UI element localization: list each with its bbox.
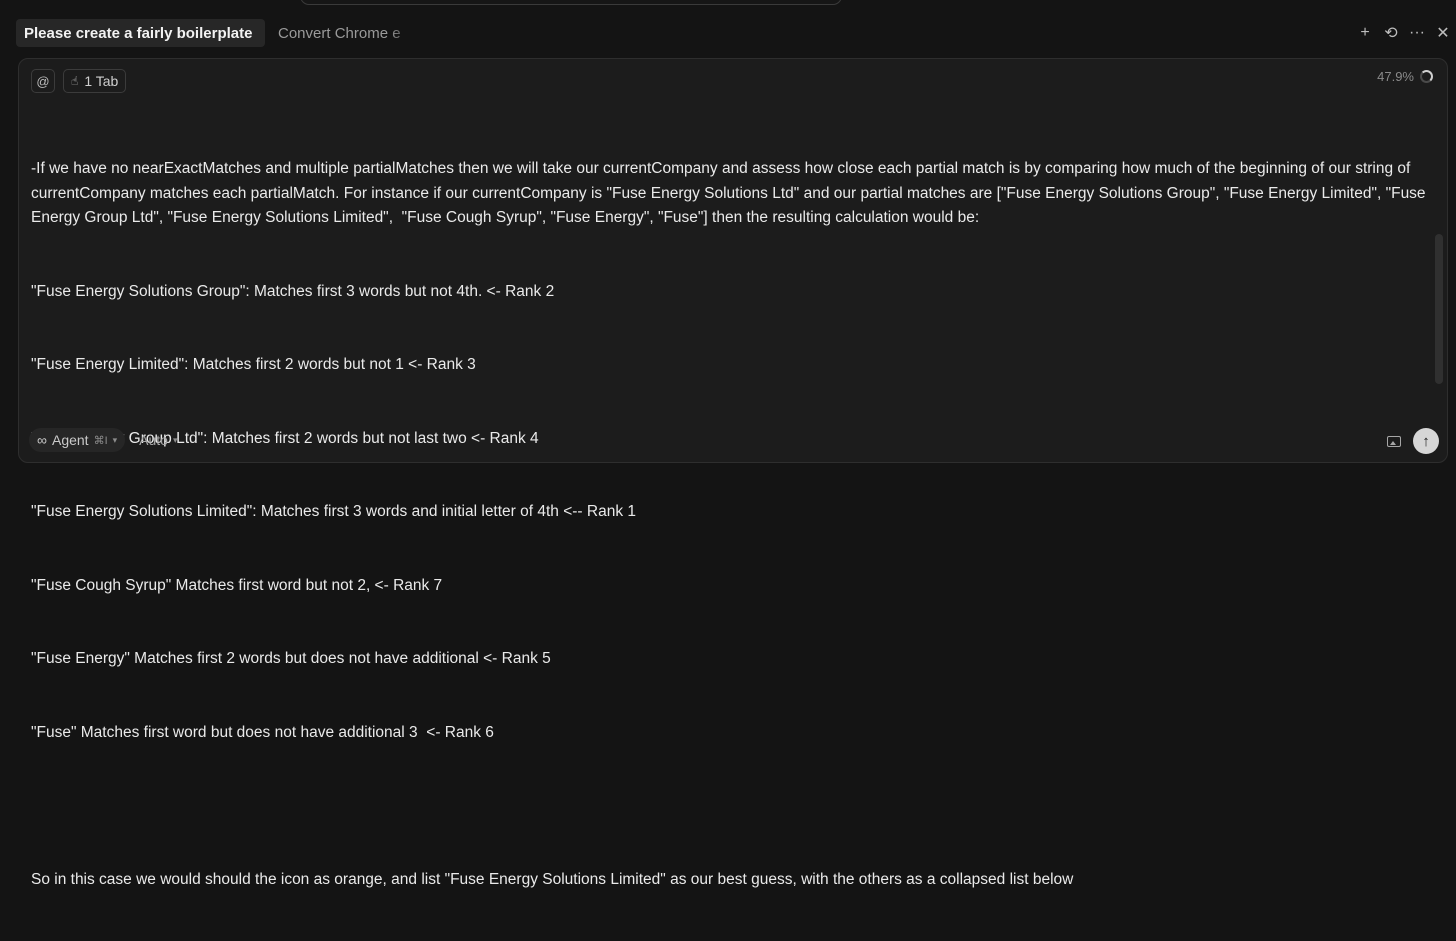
image-icon[interactable] [1387,435,1401,447]
prompt-blank-line: ​ [31,794,1431,819]
context-chip-label: 1 Tab [84,73,119,89]
prompt-line: "Fuse Energy" Matches first 2 words but … [31,650,551,667]
prompt-text[interactable]: -If we have no nearExactMatches and mult… [31,108,1431,941]
prompt-line: "Fuse Energy Limited": Matches first 2 w… [31,356,476,373]
composer-actions: ↑ [1387,428,1439,454]
agent-shortcut: ⌘I [93,434,108,447]
context-row: @ ☝ 1 Tab [31,69,127,93]
close-icon[interactable]: ✕ [1430,23,1456,43]
agent-mode-selector[interactable]: ∞ Agent ⌘I ▾ [29,428,126,452]
prompt-line: -If we have no nearExactMatches and mult… [31,160,1430,226]
agent-mode-label: Agent [51,432,89,448]
send-button[interactable]: ↑ [1413,428,1439,454]
context-tab-chip[interactable]: ☝ 1 Tab [63,69,127,93]
plus-icon[interactable]: + [1352,24,1378,42]
infinity-icon: ∞ [37,432,47,448]
tab-boilerplate[interactable]: Please create a fairly boilerplate [16,19,265,47]
prompt-line: "Fuse Energy Solutions Limited": Matches… [31,503,637,520]
prompt-line: "Fuse" Matches first word but does not h… [31,723,494,741]
chat-composer: @ ☝ 1 Tab 47.9% -If we have no nearExact… [18,58,1448,888]
model-label: Auto [139,432,168,448]
chevron-down-icon: ▾ [112,434,118,445]
context-usage: 47.9% [1377,69,1433,84]
command-search-bar[interactable] [300,0,842,5]
mention-button[interactable]: @ [31,69,55,93]
prompt-line: "Fuse Energy Solutions Group": Matches f… [31,282,555,300]
more-icon[interactable]: ··· [1404,24,1430,42]
scrollbar[interactable] [1435,234,1443,384]
chat-tab-bar: Please create a fairly boilerplate Conve… [0,12,1456,54]
progress-ring-icon [1420,70,1433,83]
tab-actions: + ⟲ ··· ✕ [1352,12,1456,54]
chevron-down-icon: ▾ [172,434,178,445]
history-icon[interactable]: ⟲ [1378,23,1404,43]
context-percent: 47.9% [1377,69,1414,84]
pointer-icon: ☝ [71,74,79,88]
composer-controls: ∞ Agent ⌘I ▾ Auto ▾ [29,428,178,452]
prompt-line: "Fuse Cough Syrup" Matches first word bu… [31,576,443,594]
model-selector[interactable]: Auto ▾ [139,432,177,448]
prompt-line: So in this case we would should the icon… [31,870,1074,888]
prompt-line: "Fuse Energy Group Ltd": Matches first 2… [31,429,539,447]
tab-convert-chrome[interactable]: Convert Chrome e [270,19,416,47]
